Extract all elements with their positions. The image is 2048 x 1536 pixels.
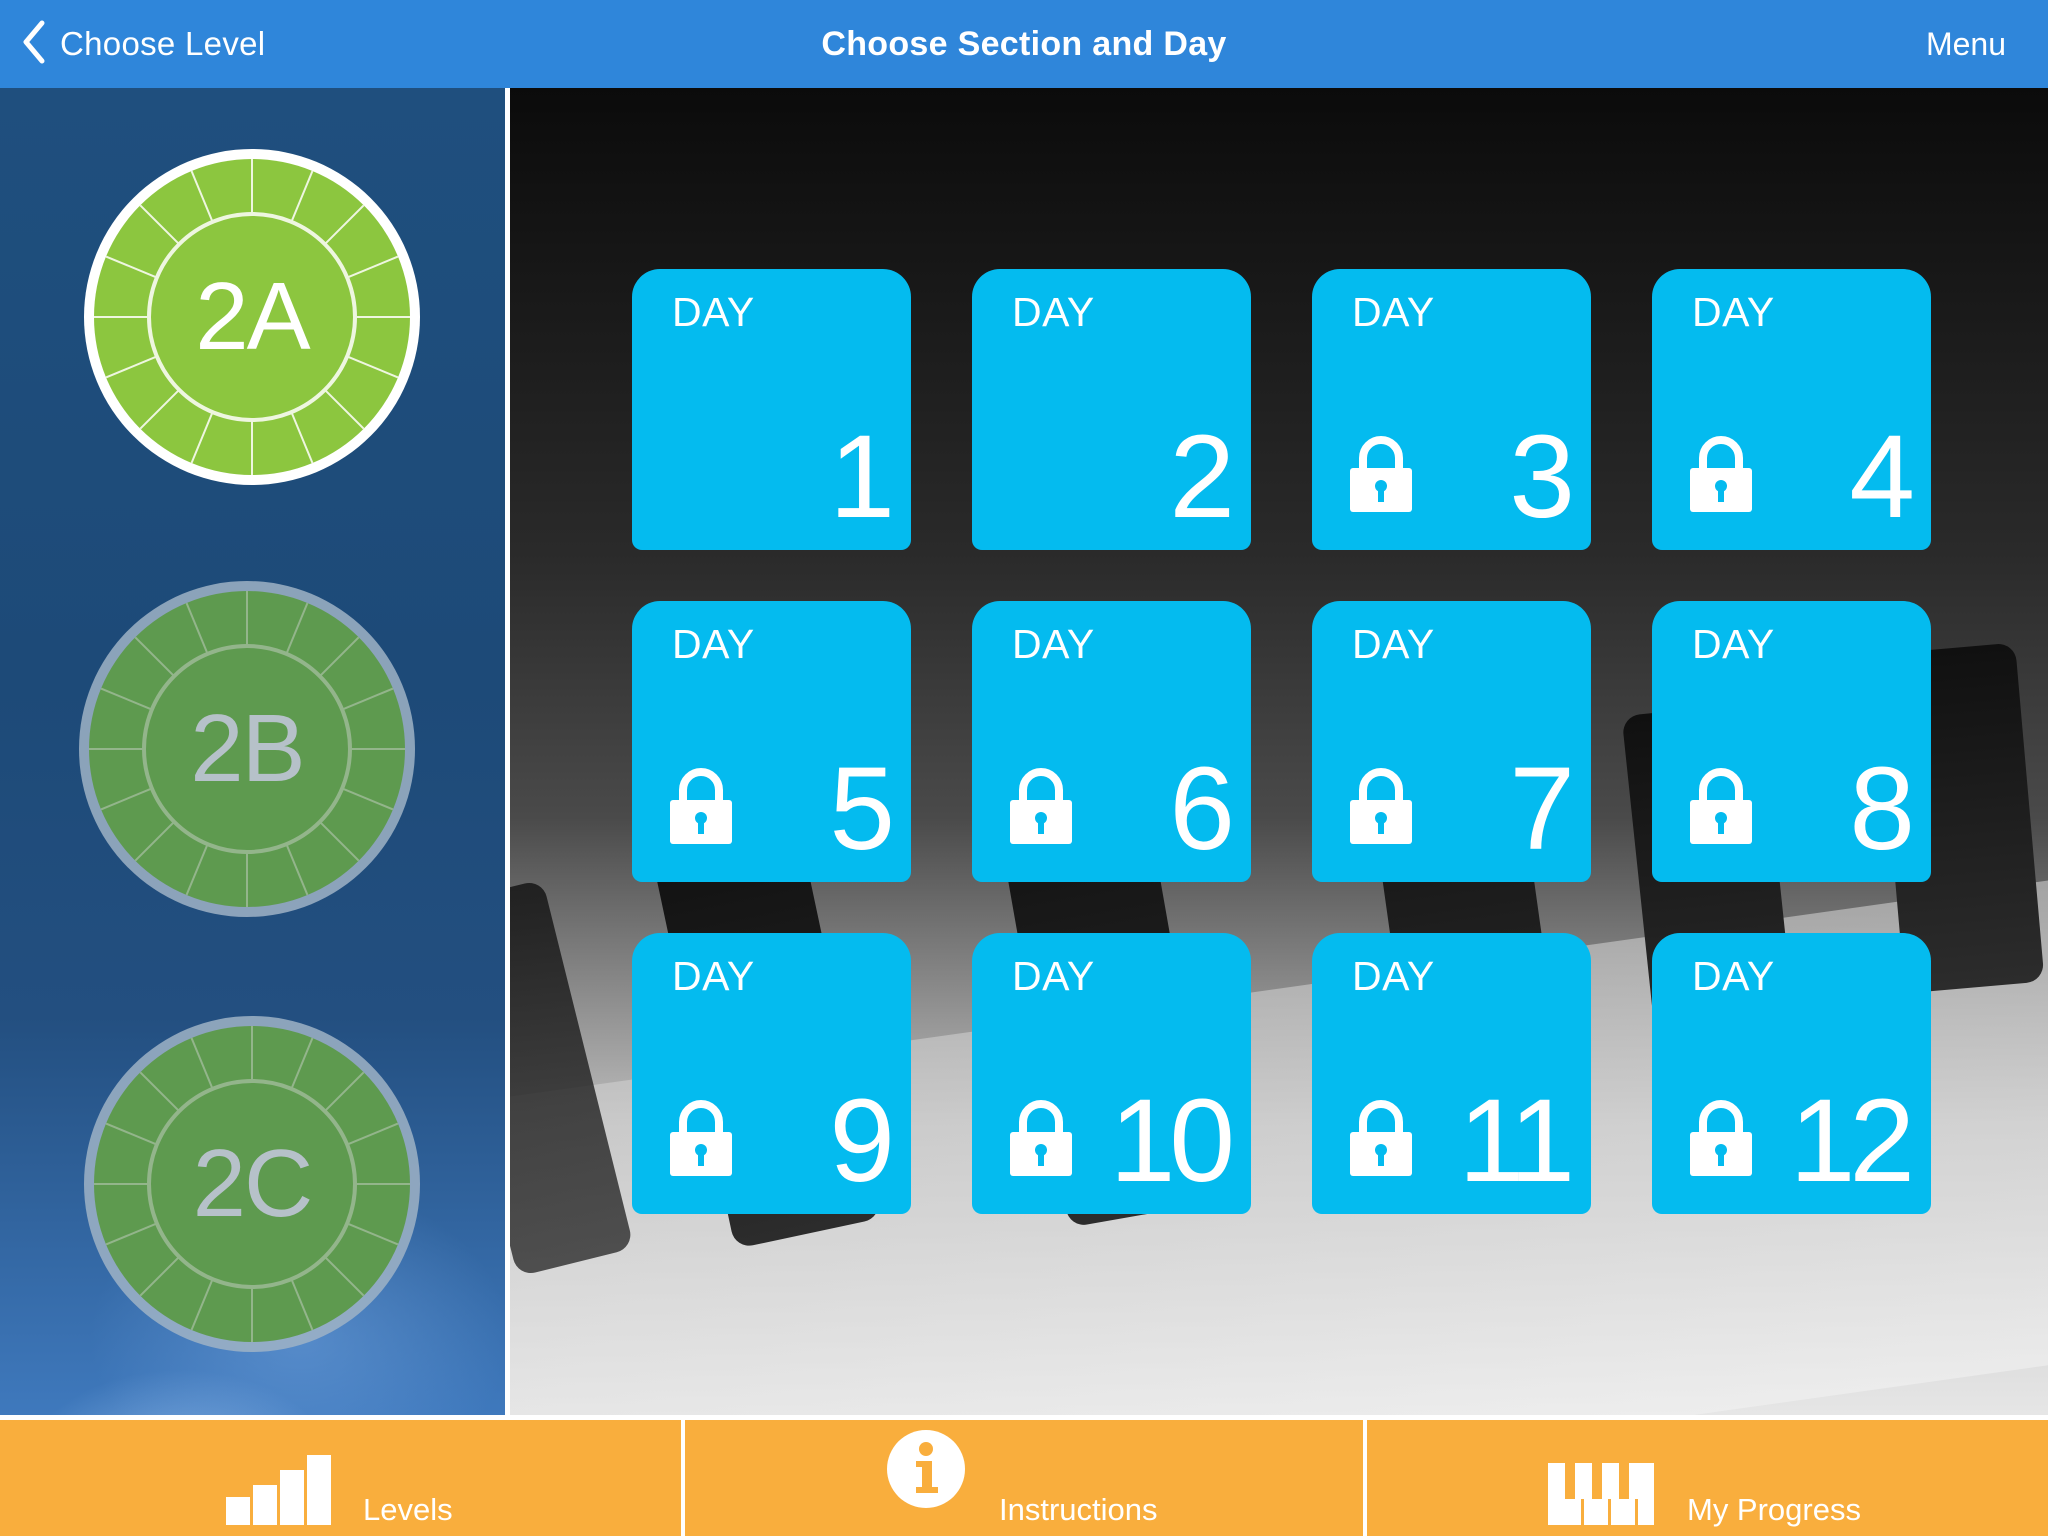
- day-tile-number: 6: [1169, 743, 1235, 875]
- day-tile-label: DAY: [672, 289, 755, 335]
- day-tile-label: DAY: [1012, 621, 1095, 667]
- section-button-2c[interactable]: 2C: [75, 1007, 429, 1361]
- tab-instructions-label: Instructions: [999, 1492, 1158, 1527]
- day-tile-label: DAY: [672, 621, 755, 667]
- day-tile-7[interactable]: DAY 7: [1312, 601, 1591, 882]
- bottom-tab-bar: Levels Instructions My Progress: [0, 1415, 2048, 1536]
- day-tile-11[interactable]: DAY 11: [1312, 933, 1591, 1214]
- section-label: 2C: [192, 1130, 314, 1237]
- tab-levels-label: Levels: [363, 1492, 453, 1527]
- day-tile-5[interactable]: DAY 5: [632, 601, 911, 882]
- tab-my-progress-label: My Progress: [1687, 1492, 1861, 1527]
- day-tile-number: 2: [1169, 411, 1235, 543]
- day-tile-3[interactable]: DAY 3: [1312, 269, 1591, 550]
- app-root: Choose Level Choose Section and Day Menu…: [0, 0, 2048, 1536]
- day-tile-number: 3: [1509, 411, 1575, 543]
- page-title: Choose Section and Day: [821, 24, 1227, 63]
- lock-icon: [1010, 766, 1072, 844]
- day-tile-number: 8: [1849, 743, 1915, 875]
- day-tile-2[interactable]: DAY 2: [972, 269, 1251, 550]
- lock-icon: [670, 766, 732, 844]
- day-tile-6[interactable]: DAY 6: [972, 601, 1251, 882]
- day-grid: DAY 1 DAY 2 DAY 3 DAY 4 DAY 5 DAY 6 DAY …: [510, 88, 2048, 1415]
- back-button-label: Choose Level: [60, 25, 266, 62]
- day-tile-label: DAY: [1352, 289, 1435, 335]
- lock-icon: [1690, 434, 1752, 512]
- lock-icon: [1350, 1098, 1412, 1176]
- day-tile-number: 10: [1109, 1075, 1235, 1207]
- day-tile-1[interactable]: DAY 1: [632, 269, 911, 550]
- day-tile-10[interactable]: DAY 10: [972, 933, 1251, 1214]
- day-selection-area: DAY 1 DAY 2 DAY 3 DAY 4 DAY 5 DAY 6 DAY …: [510, 88, 2048, 1415]
- day-tile-number: 1: [829, 411, 895, 543]
- day-tile-4[interactable]: DAY 4: [1652, 269, 1931, 550]
- day-tile-label: DAY: [1352, 953, 1435, 999]
- day-tile-number: 9: [829, 1075, 895, 1207]
- day-tile-number: 11: [1458, 1075, 1575, 1207]
- navigation-bar: Choose Level Choose Section and Day Menu: [0, 0, 2048, 88]
- day-tile-label: DAY: [672, 953, 755, 999]
- day-tile-label: DAY: [1352, 621, 1435, 667]
- section-button-2a[interactable]: 2A: [75, 140, 429, 494]
- day-tile-number: 4: [1849, 411, 1915, 543]
- day-tile-label: DAY: [1012, 289, 1095, 335]
- day-tile-8[interactable]: DAY 8: [1652, 601, 1931, 882]
- lock-icon: [1690, 766, 1752, 844]
- day-tile-number: 5: [829, 743, 895, 875]
- day-tile-label: DAY: [1692, 621, 1775, 667]
- day-tile-label: DAY: [1692, 953, 1775, 999]
- menu-button[interactable]: Menu: [1926, 0, 2006, 88]
- lock-icon: [1010, 1098, 1072, 1176]
- tab-instructions[interactable]: Instructions: [685, 1420, 1363, 1536]
- tab-levels[interactable]: Levels: [0, 1420, 681, 1536]
- piano-keys-icon: [1548, 1463, 1654, 1530]
- tab-my-progress[interactable]: My Progress: [1367, 1420, 2048, 1536]
- bar-chart-icon: [226, 1455, 332, 1530]
- back-button[interactable]: Choose Level: [18, 0, 265, 88]
- sidebar-divider: [505, 88, 510, 1415]
- section-label: 2A: [195, 263, 310, 370]
- day-tile-label: DAY: [1012, 953, 1095, 999]
- chevron-left-icon: [18, 19, 50, 70]
- day-tile-number: 7: [1509, 743, 1575, 875]
- info-icon: [886, 1429, 966, 1514]
- day-tile-number: 12: [1789, 1075, 1915, 1207]
- day-tile-12[interactable]: DAY 12: [1652, 933, 1931, 1214]
- lock-icon: [1690, 1098, 1752, 1176]
- day-tile-label: DAY: [1692, 289, 1775, 335]
- lock-icon: [1350, 434, 1412, 512]
- day-tile-9[interactable]: DAY 9: [632, 933, 911, 1214]
- section-sidebar: 2A 2B 2C: [0, 88, 505, 1415]
- section-label: 2B: [190, 695, 305, 802]
- lock-icon: [670, 1098, 732, 1176]
- lock-icon: [1350, 766, 1412, 844]
- section-button-2b[interactable]: 2B: [70, 572, 424, 926]
